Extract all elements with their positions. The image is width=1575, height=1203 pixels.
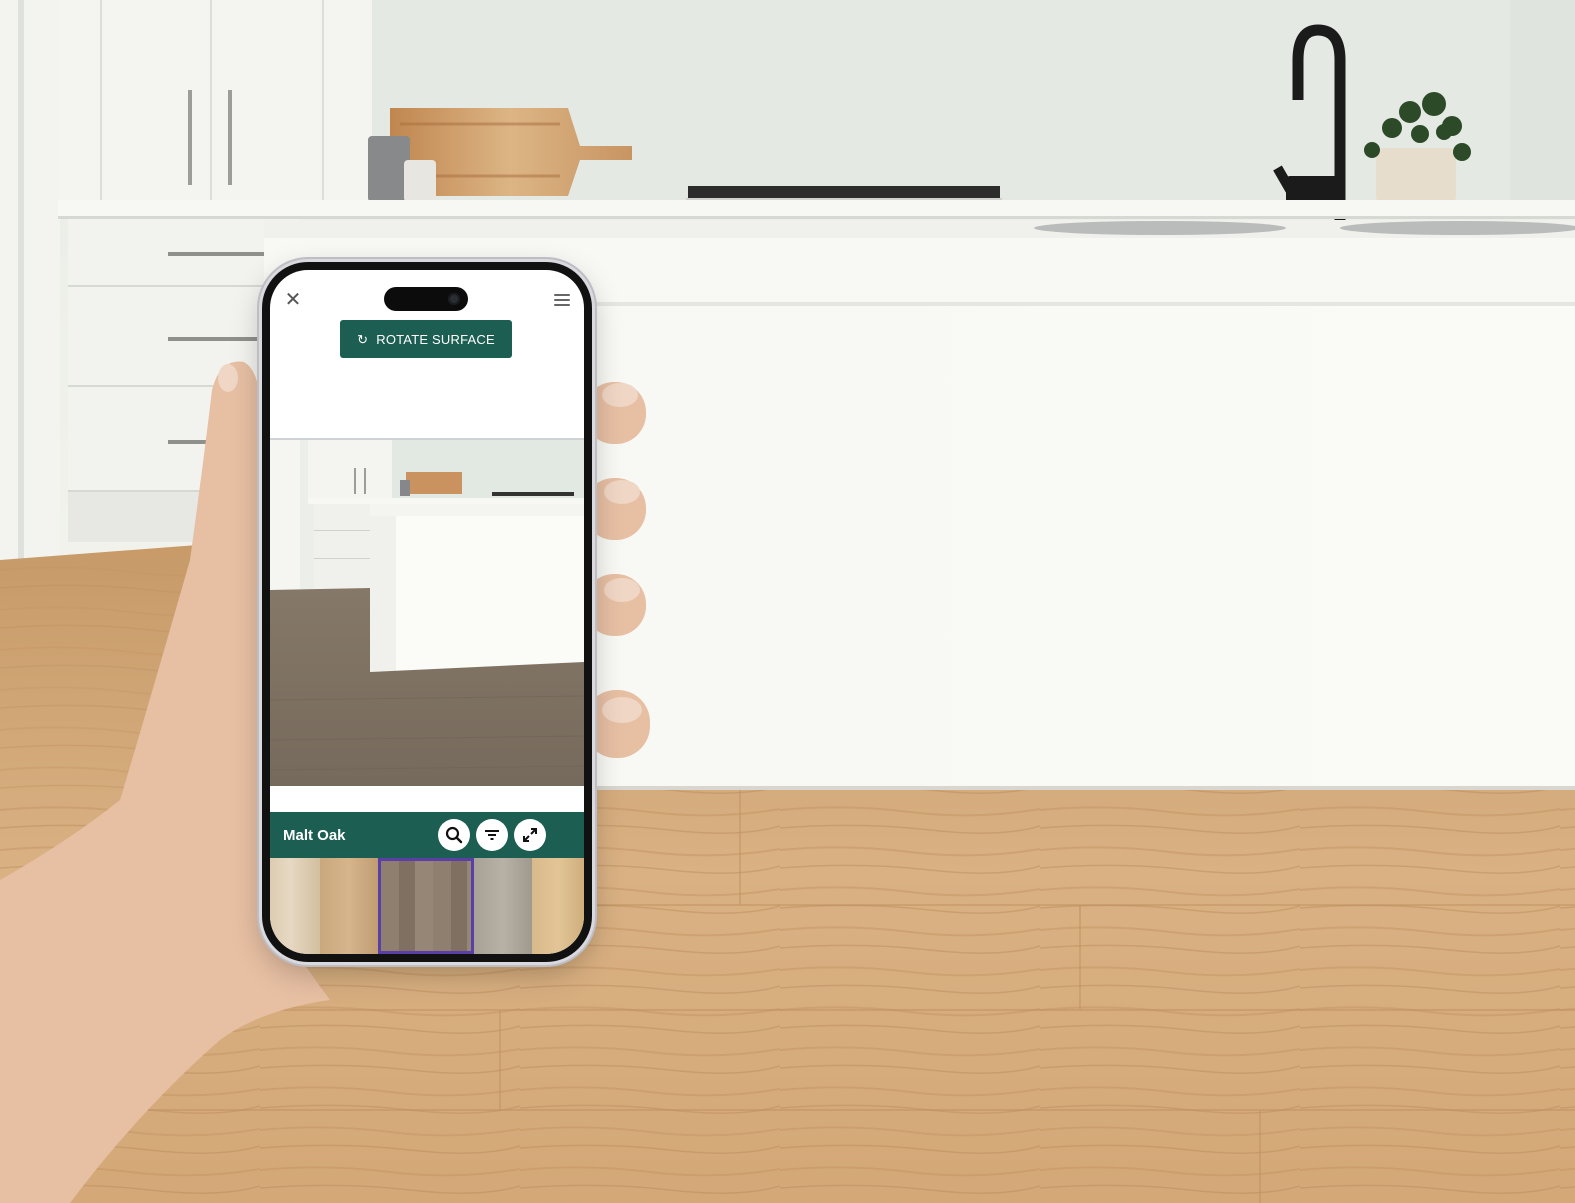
filter-icon[interactable] [476, 819, 508, 851]
floor-swatch[interactable] [320, 858, 378, 954]
floor-swatch[interactable] [532, 858, 584, 954]
rotate-surface-label: ROTATE SURFACE [376, 331, 495, 347]
room-visualizer-preview[interactable] [270, 438, 584, 786]
rotate-icon: ↻ [357, 331, 369, 347]
front-camera [448, 293, 460, 305]
search-icon[interactable] [438, 819, 470, 851]
kitchen-background-photo [0, 0, 1575, 1203]
phone-screen: ✕ ↻ ROTATE SURFACE Malt Oak [270, 270, 584, 954]
floor-swatch-carousel [270, 858, 584, 954]
selected-product-name: Malt Oak [283, 826, 346, 844]
product-bar: Malt Oak [270, 812, 584, 858]
dynamic-island [384, 287, 468, 311]
floor-swatch-selected[interactable] [378, 858, 474, 954]
rotate-surface-button[interactable]: ↻ ROTATE SURFACE [340, 320, 512, 358]
close-icon[interactable]: ✕ [284, 290, 302, 310]
floor-swatch[interactable] [474, 858, 532, 954]
expand-icon[interactable] [514, 819, 546, 851]
hamburger-menu-icon[interactable] [554, 294, 570, 306]
smartphone: ✕ ↻ ROTATE SURFACE Malt Oak [262, 262, 592, 962]
floor-swatch[interactable] [270, 858, 320, 954]
